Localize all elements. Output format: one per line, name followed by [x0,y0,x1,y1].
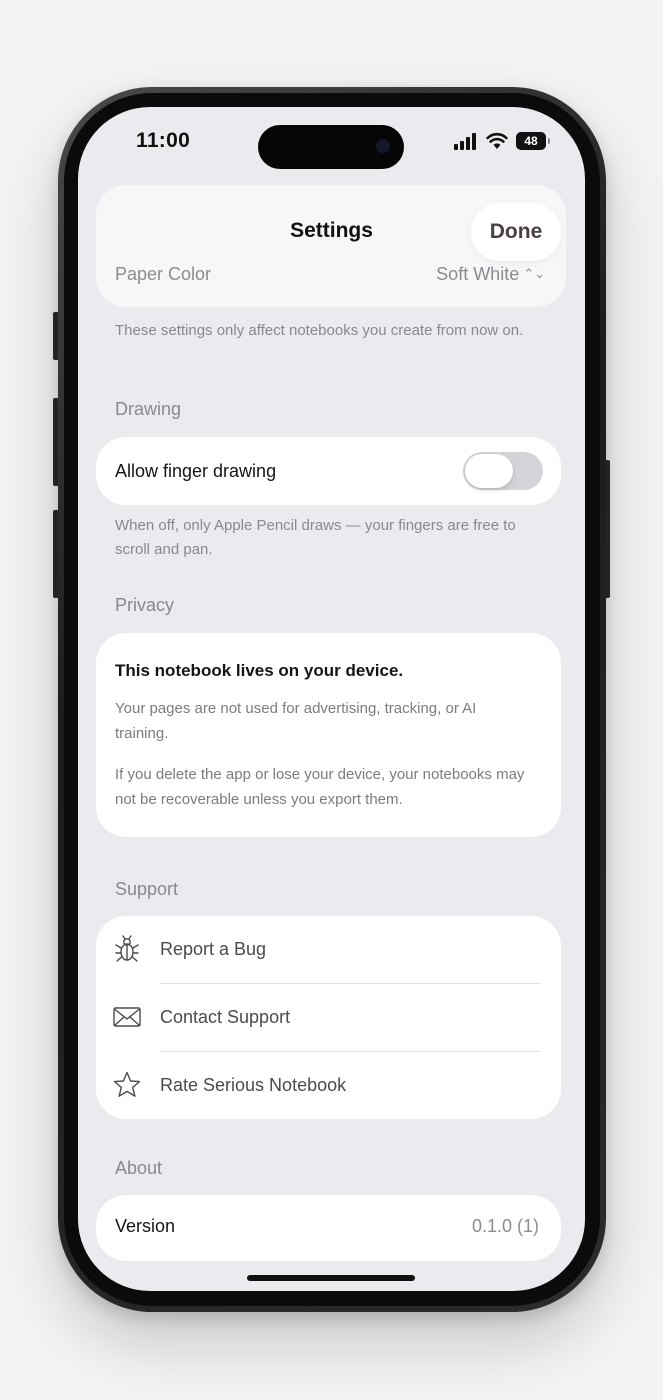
privacy-card: This notebook lives on your device. Your… [96,633,561,837]
privacy-paragraph-1: Your pages are not used for advertising,… [115,700,477,742]
section-header-support: Support [115,879,179,899]
privacy-headline: This notebook lives on your device. [115,661,404,680]
section-header-about: About [115,1158,163,1178]
device-mockup: 11:00 48 Settings Done Paper Color Soft … [0,0,663,1400]
drawing-card: Allow finger drawing [96,437,561,505]
report-bug-label: Report a Bug [160,939,267,959]
status-time: 11:00 [136,129,191,152]
bug-icon [115,935,139,962]
finger-drawing-toggle[interactable] [463,452,543,490]
toggle-knob [465,454,513,488]
support-card: Report a Bug Contact Support Rate Seriou… [96,916,561,1119]
paper-color-picker[interactable]: Soft White ⌃⌄ [436,264,545,285]
dynamic-island [258,125,404,169]
version-label: Version [115,1216,176,1236]
contact-support-label: Contact Support [160,1007,291,1027]
done-button[interactable]: Done [471,203,561,261]
cellular-signal-icon [454,132,478,150]
wifi-icon [486,132,508,149]
home-indicator[interactable] [247,1275,415,1281]
front-camera [376,139,390,153]
paper-settings-note: These settings only affect notebooks you… [115,322,524,339]
privacy-paragraph-2: If you delete the app or lose your devic… [115,766,525,808]
paper-color-label: Paper Color [115,264,212,284]
battery-icon: 48 [516,132,550,150]
settings-screen: 11:00 48 Settings Done Paper Color Soft … [78,107,585,1291]
list-item-rate-app[interactable]: Rate Serious Notebook [96,1052,561,1120]
finger-drawing-label: Allow finger drawing [115,461,277,481]
drawing-note: When off, only Apple Pencil draws — your… [115,517,516,558]
envelope-icon [113,1007,141,1027]
paper-color-value: Soft White [436,264,520,284]
about-card: Version 0.1.0 (1) [96,1195,561,1261]
chevron-up-down-icon: ⌃⌄ [523,266,545,281]
list-item-contact-support[interactable]: Contact Support [96,984,561,1052]
section-header-drawing: Drawing [115,399,182,419]
list-item-report-bug[interactable]: Report a Bug [96,916,561,984]
rate-app-label: Rate Serious Notebook [160,1075,347,1095]
star-icon [113,1071,141,1097]
section-header-privacy: Privacy [115,595,175,615]
version-value: 0.1.0 (1) [471,1216,539,1236]
